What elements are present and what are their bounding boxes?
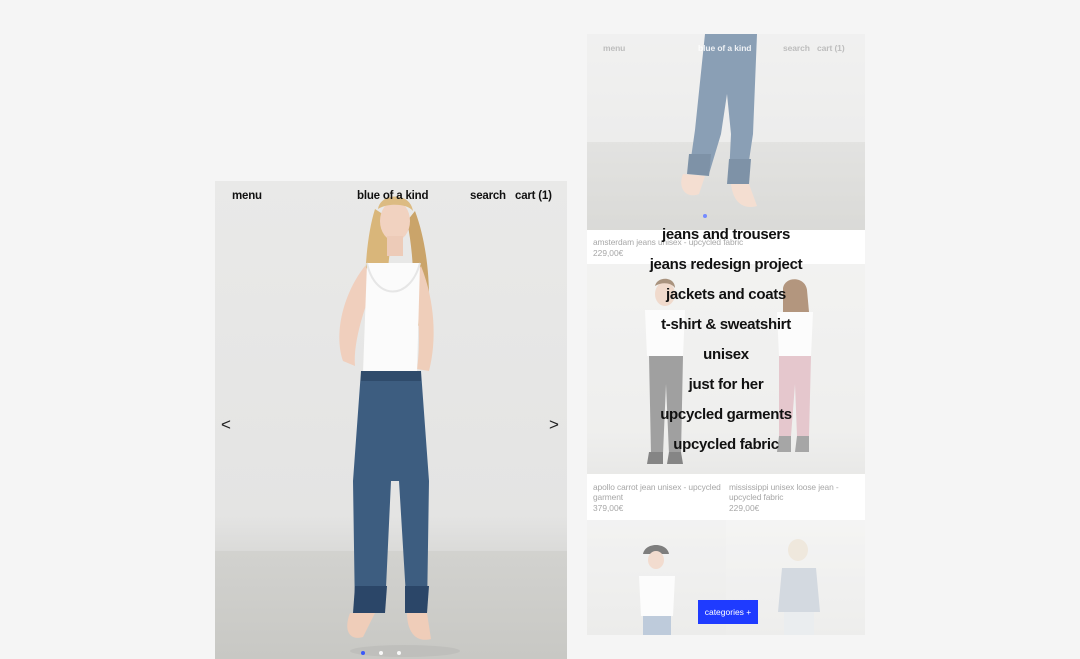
carousel-dot[interactable] bbox=[379, 651, 383, 655]
categories-button[interactable]: categories + bbox=[698, 600, 758, 624]
carousel-next-arrow-icon[interactable]: > bbox=[549, 415, 559, 435]
cart-link[interactable]: cart (1) bbox=[515, 190, 552, 202]
category-item-unisex[interactable]: unisex bbox=[587, 344, 865, 374]
category-item-upcycled-fabric[interactable]: upcycled fabric bbox=[587, 434, 865, 464]
category-item-just-for-her[interactable]: just for her bbox=[587, 374, 865, 404]
search-link[interactable]: search bbox=[470, 190, 506, 202]
category-item-jeans-redesign-project[interactable]: jeans redesign project bbox=[587, 254, 865, 284]
category-item-upcycled-garments[interactable]: upcycled garments bbox=[587, 404, 865, 434]
model-photo bbox=[339, 196, 460, 657]
categories-menu: jeans and trousers jeans redesign projec… bbox=[587, 224, 865, 464]
carousel-dot[interactable] bbox=[361, 651, 365, 655]
carousel-dot[interactable] bbox=[397, 651, 401, 655]
category-item-jeans-and-trousers[interactable]: jeans and trousers bbox=[587, 224, 865, 254]
category-item-t-shirt-sweatshirt[interactable]: t-shirt & sweatshirt bbox=[587, 314, 865, 344]
brand-logo[interactable]: blue of a kind bbox=[357, 190, 429, 202]
category-item-jackets-and-coats[interactable]: jackets and coats bbox=[587, 284, 865, 314]
menu-button[interactable]: menu bbox=[232, 190, 262, 202]
product-hero-screen: menu blue of a kind search cart (1) < > bbox=[215, 181, 567, 659]
carousel-prev-arrow-icon[interactable]: < bbox=[221, 415, 231, 435]
carousel-dots bbox=[361, 651, 401, 655]
category-listing-screen: menu blue of a kind search cart (1) amst… bbox=[587, 34, 865, 635]
top-navigation: menu blue of a kind search cart (1) bbox=[215, 190, 567, 204]
